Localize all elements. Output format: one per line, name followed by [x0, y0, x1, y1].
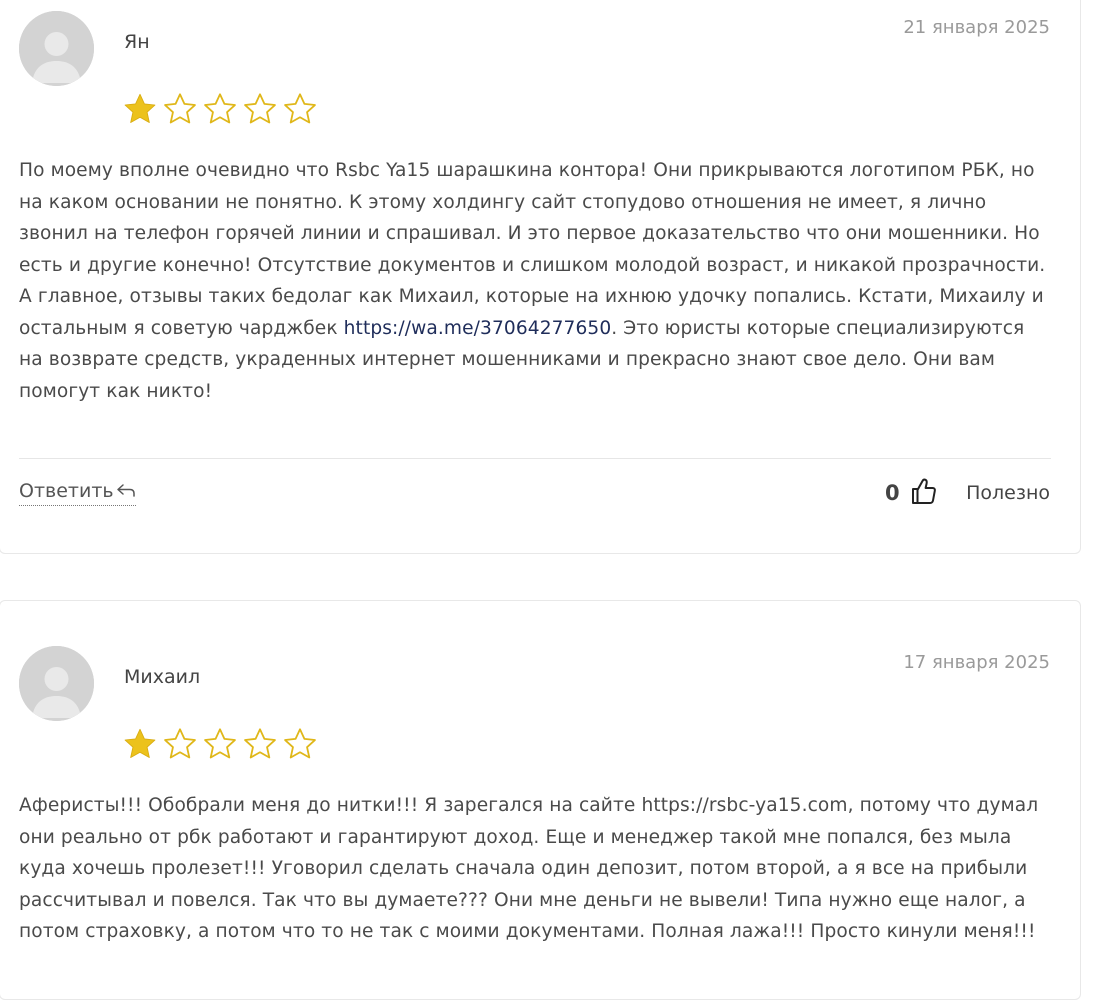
star-outline-icon	[284, 728, 316, 759]
user-placeholder-icon	[19, 646, 94, 721]
star-outline-icon	[244, 728, 276, 759]
star-outline-icon	[164, 728, 196, 759]
star-outline-icon	[204, 728, 236, 759]
star-outline-icon	[164, 93, 196, 124]
star-filled-icon	[124, 728, 156, 758]
user-placeholder-icon	[19, 11, 94, 86]
review-date: 17 января 2025	[903, 652, 1050, 673]
review-author: Михаил	[124, 666, 201, 688]
review-text-start: По моему вполне очевидно что Rsbc Ya15 ш…	[19, 160, 1046, 339]
review-text-start: Аферисты!!! Обобрали меня до нитки!!! Я …	[19, 795, 1039, 942]
reply-label: Ответить	[19, 480, 114, 502]
avatar	[19, 11, 94, 86]
star-rating	[122, 726, 318, 762]
review-card: Михаил 17 января 2025 Аферисты!!! Обобра…	[0, 600, 1081, 1000]
divider	[19, 458, 1051, 459]
star-outline-icon	[204, 93, 236, 124]
chargeback-link[interactable]: https://wa.me/37064277650	[344, 318, 612, 339]
review-card: Ян 21 января 2025 По моему вполне очевид…	[0, 0, 1081, 554]
thumbs-up-icon[interactable]	[911, 477, 937, 505]
review-date: 21 января 2025	[903, 17, 1050, 38]
avatar	[19, 646, 94, 721]
review-text: По моему вполне очевидно что Rsbc Ya15 ш…	[19, 155, 1054, 407]
review-author: Ян	[124, 31, 150, 53]
star-outline-icon	[284, 93, 316, 124]
star-rating	[122, 91, 318, 127]
star-outline-icon	[244, 93, 276, 124]
star-filled-icon	[124, 93, 156, 123]
reply-arrow-icon	[116, 484, 135, 497]
review-text: Аферисты!!! Обобрали меня до нитки!!! Я …	[19, 790, 1054, 948]
reply-button[interactable]: Ответить	[19, 480, 136, 506]
helpful-count: 0	[885, 481, 900, 505]
helpful-button[interactable]: Полезно	[966, 482, 1050, 504]
